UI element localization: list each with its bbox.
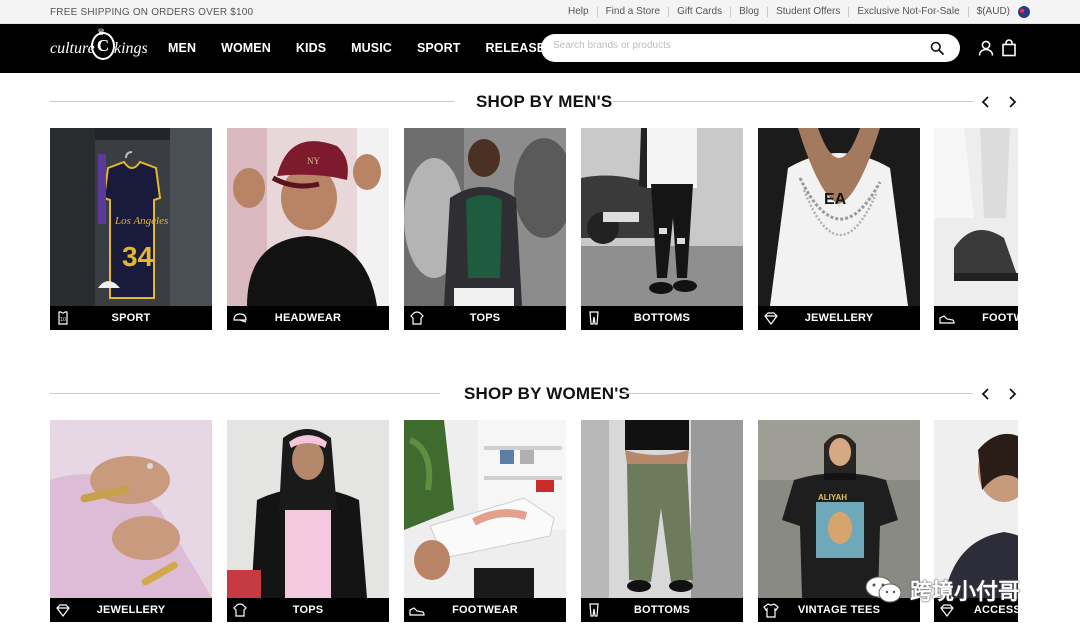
chevron-left-icon[interactable]: [978, 94, 994, 110]
category-card-jewellery[interactable]: JEWELLERY: [50, 420, 212, 622]
promo-text: FREE SHIPPING ON ORDERS OVER $100: [50, 7, 254, 18]
nav-men[interactable]: MEN: [168, 41, 196, 55]
currency-selector[interactable]: $(AUD): [969, 7, 1018, 17]
category-card-sport[interactable]: Los Angeles 34 10 SPORT: [50, 128, 212, 330]
search-input[interactable]: [553, 40, 913, 51]
accessories-image: [934, 420, 1018, 598]
chevron-right-icon[interactable]: [1004, 386, 1020, 402]
card-label-bar: JEWELLERY: [758, 306, 920, 330]
card-label-bar: 10 SPORT: [50, 306, 212, 330]
card-label: JEWELLERY: [804, 312, 874, 324]
card-label-bar: HEADWEAR: [227, 306, 389, 330]
section-title: SHOP BY MEN'S: [476, 92, 613, 111]
footwear-image: [404, 420, 566, 598]
account-icon[interactable]: [977, 39, 995, 57]
bottoms-image: [581, 128, 743, 306]
card-label-bar: FOOTWEAR: [934, 306, 1018, 330]
card-label: TOPS: [292, 604, 324, 616]
svg-text:EA: EA: [824, 191, 847, 208]
student-offers-link[interactable]: Student Offers: [768, 7, 850, 17]
find-a-store-link[interactable]: Find a Store: [598, 7, 670, 17]
main-header: culture ♛ C kings MEN WOMEN KIDS MUSIC S…: [0, 24, 1080, 73]
svg-text:Los Angeles: Los Angeles: [114, 215, 168, 227]
search-icon[interactable]: [930, 41, 944, 55]
card-label-bar: TOPS: [227, 598, 389, 622]
logo-text-right: kings: [114, 40, 148, 57]
nav-women[interactable]: WOMEN: [221, 41, 271, 55]
help-link[interactable]: Help: [560, 7, 598, 17]
divider: [613, 101, 973, 102]
divider: [50, 101, 454, 102]
card-label: HEADWEAR: [274, 312, 342, 324]
watermark: 跨境小付哥: [864, 574, 1020, 606]
section-title: SHOP BY WOMEN'S: [464, 384, 631, 403]
card-label-bar: JEWELLERY: [50, 598, 212, 622]
card-label: SPORT: [111, 312, 151, 324]
card-label: BOTTOMS: [633, 604, 691, 616]
svg-text:34: 34: [122, 241, 154, 272]
chevron-right-icon[interactable]: [1004, 94, 1020, 110]
card-label-bar: FOOTWEAR: [404, 598, 566, 622]
womens-section-header: SHOP BY WOMEN'S: [50, 384, 1018, 404]
wechat-icon: [865, 576, 902, 603]
utility-bar: FREE SHIPPING ON ORDERS OVER $100 Help F…: [0, 0, 1080, 24]
card-label: JEWELLERY: [96, 604, 166, 616]
watermark-text: 跨境小付哥: [910, 579, 1021, 604]
nav-sport[interactable]: SPORT: [417, 41, 461, 55]
card-label: FOOTWEAR: [452, 604, 518, 616]
nav-music[interactable]: MUSIC: [351, 41, 392, 55]
mens-section-header: SHOP BY MEN'S: [50, 92, 1018, 112]
vintage-tees-image: ALIYAH: [758, 420, 920, 598]
sport-image: Los Angeles 34: [50, 128, 212, 306]
headwear-image: NY: [227, 128, 389, 306]
card-label: TOPS: [469, 312, 501, 324]
divider: [620, 393, 973, 394]
category-card-footwear[interactable]: FOOTWEAR: [404, 420, 566, 622]
category-card-tops[interactable]: TOPS: [404, 128, 566, 330]
category-card-bottoms[interactable]: BOTTOMS: [581, 420, 743, 622]
main-nav: MEN WOMEN KIDS MUSIC SPORT RELEASES: [168, 41, 579, 55]
jewellery-image: [50, 420, 212, 598]
search-box: [541, 34, 960, 62]
chevron-left-icon[interactable]: [978, 386, 994, 402]
blog-link[interactable]: Blog: [731, 7, 769, 17]
category-card-tops[interactable]: TOPS: [227, 420, 389, 622]
logo-text-left: culture: [50, 40, 95, 57]
bottoms-image: [581, 420, 743, 598]
footwear-image: [934, 128, 1018, 306]
tops-image: [404, 128, 566, 306]
card-label: BOTTOMS: [633, 312, 691, 324]
card-label-bar: BOTTOMS: [581, 306, 743, 330]
mens-carousel: Los Angeles 34 10 SPORT NY HEADWEAR TOPS…: [50, 128, 1018, 330]
australia-flag-icon[interactable]: [1018, 6, 1030, 18]
svg-text:NY: NY: [307, 156, 320, 166]
category-card-footwear[interactable]: FOOTWEAR: [934, 128, 1018, 330]
category-card-headwear[interactable]: NY HEADWEAR: [227, 128, 389, 330]
logo-mark: C: [91, 32, 115, 60]
card-label-bar: BOTTOMS: [581, 598, 743, 622]
category-card-bottoms[interactable]: BOTTOMS: [581, 128, 743, 330]
svg-text:ALIYAH: ALIYAH: [818, 493, 847, 502]
culture-kings-logo[interactable]: culture ♛ C kings: [50, 27, 150, 66]
card-label-bar: TOPS: [404, 306, 566, 330]
card-label: FOOTWEAR: [982, 312, 1018, 324]
divider: [50, 393, 440, 394]
nav-kids[interactable]: KIDS: [296, 41, 326, 55]
tops-image: [227, 420, 389, 598]
gift-cards-link[interactable]: Gift Cards: [669, 7, 732, 17]
exclusive-link[interactable]: Exclusive Not-For-Sale: [849, 7, 969, 17]
jewellery-image: EA: [758, 128, 920, 306]
cart-icon[interactable]: [1000, 39, 1018, 57]
category-card-jewellery[interactable]: EA JEWELLERY: [758, 128, 920, 330]
utility-links: Help Find a Store Gift Cards Blog Studen…: [560, 7, 1018, 17]
